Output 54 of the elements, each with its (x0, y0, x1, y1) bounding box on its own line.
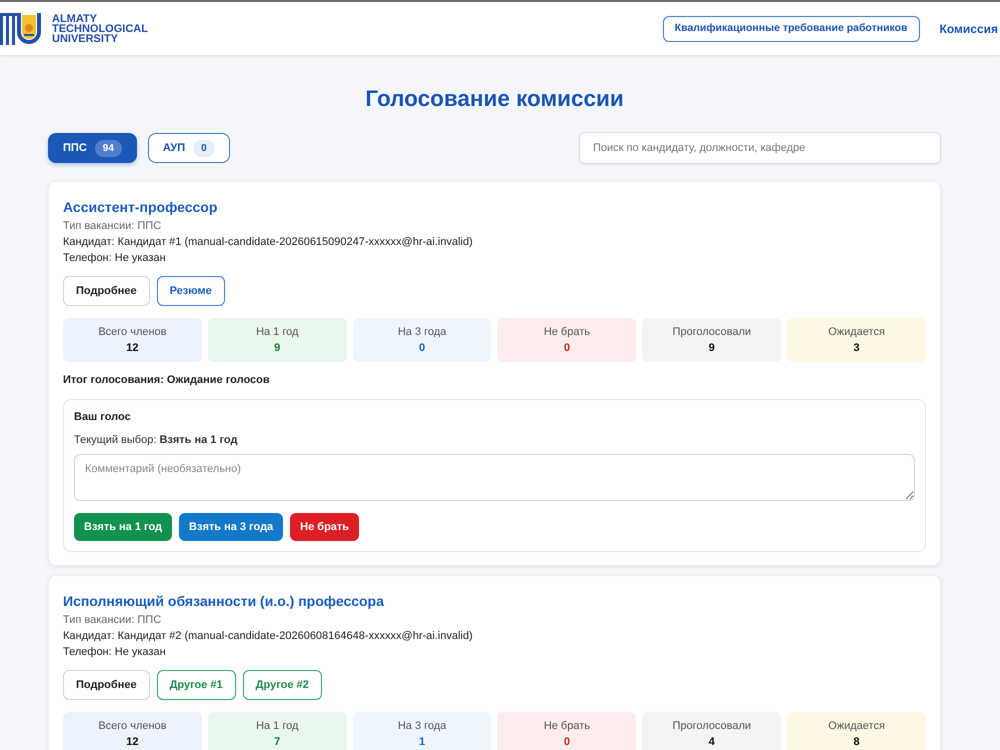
nav-button[interactable]: Квалификационные требование работников (662, 16, 920, 42)
stat-label: Не брать (544, 719, 590, 733)
stat-value: 12 (126, 342, 139, 355)
stat-value: 7 (274, 736, 280, 749)
candidate-text: Кандидат: Кандидат #1 (manual-candidate-20260615090247-xxxxxx@hr-ai.invalid) (63, 235, 474, 250)
candidate-text: Кандидат: Кандидат #2 (manual-candidate-20260608164648-xxxxxx@hr-ai.invalid) (63, 629, 474, 644)
page-title: Голосование комиссии (364, 85, 625, 113)
vacancy-type-text: Тип вакансии: ППС (63, 613, 162, 628)
vote-button[interactable]: Не брать (290, 513, 360, 541)
category-tab[interactable]: ППС 94 (48, 133, 137, 163)
phone-text: Телефон: Не указан (63, 645, 167, 660)
stat-label: На 1 год (256, 719, 298, 733)
logo-icon (0, 12, 42, 46)
count-badge: 94 (94, 140, 122, 156)
details-button[interactable]: Подробнее (63, 670, 150, 700)
stat-label: На 1 год (256, 325, 298, 339)
vote-button[interactable]: Взять на 1 год (74, 513, 172, 541)
stat-value: 0 (564, 736, 570, 749)
vacancy-title[interactable]: Ассистент-профессор (63, 197, 218, 217)
stat-label: Проголосовали (672, 325, 752, 339)
stat-value: 3 (854, 342, 860, 355)
nav-link[interactable]: Комиссия (940, 20, 998, 38)
logo-text: ALMATY TECHNOLOGICAL UNIVERSITY (52, 14, 148, 44)
stat-value: 1 (419, 736, 426, 749)
stat-value: 12 (126, 736, 139, 749)
phone-text: Телефон: Не указан (63, 251, 167, 266)
vacancy-type-text: Тип вакансии: ППС (63, 219, 162, 234)
vote-heading: Ваш голос (74, 410, 132, 425)
stat-label: На 3 года (398, 719, 446, 733)
stat-label: Проголосовали (672, 719, 752, 733)
stat-label: Ожидается (828, 325, 885, 339)
comment-field[interactable]: Комментарий (необязательно) (74, 454, 915, 501)
other-document-button[interactable]: Другое #2 (242, 670, 322, 700)
vote-result-text: Итог голосования: Ожидание голосов (63, 373, 271, 388)
current-choice-text: Текущий выбор: Взять на 1 год (74, 433, 238, 448)
stat-value: 9 (708, 342, 715, 355)
stat-label: Не брать (544, 325, 590, 339)
stat-value: 9 (274, 342, 280, 355)
resume-button[interactable]: Резюме (156, 276, 225, 306)
stat-label: Всего членов (98, 325, 167, 339)
stat-label: Всего членов (98, 719, 167, 733)
stat-value: 0 (419, 342, 426, 355)
vacancy-title[interactable]: Исполняющий обязанности (и.о.) профессора (63, 591, 384, 611)
search-field[interactable]: Поиск по кандидату, должности, кафедре (579, 132, 941, 164)
count-badge: 0 (193, 140, 215, 156)
vote-button[interactable]: Взять на 3 года (179, 513, 284, 541)
stat-value: 8 (854, 736, 860, 749)
category-tab[interactable]: АУП 0 (148, 133, 230, 163)
stat-label: Ожидается (828, 719, 885, 733)
details-button[interactable]: Подробнее (63, 276, 150, 306)
stat-label: На 3 года (398, 325, 446, 339)
other-document-button[interactable]: Другое #1 (156, 670, 236, 700)
stat-value: 4 (708, 736, 715, 749)
stat-value: 0 (564, 342, 570, 355)
